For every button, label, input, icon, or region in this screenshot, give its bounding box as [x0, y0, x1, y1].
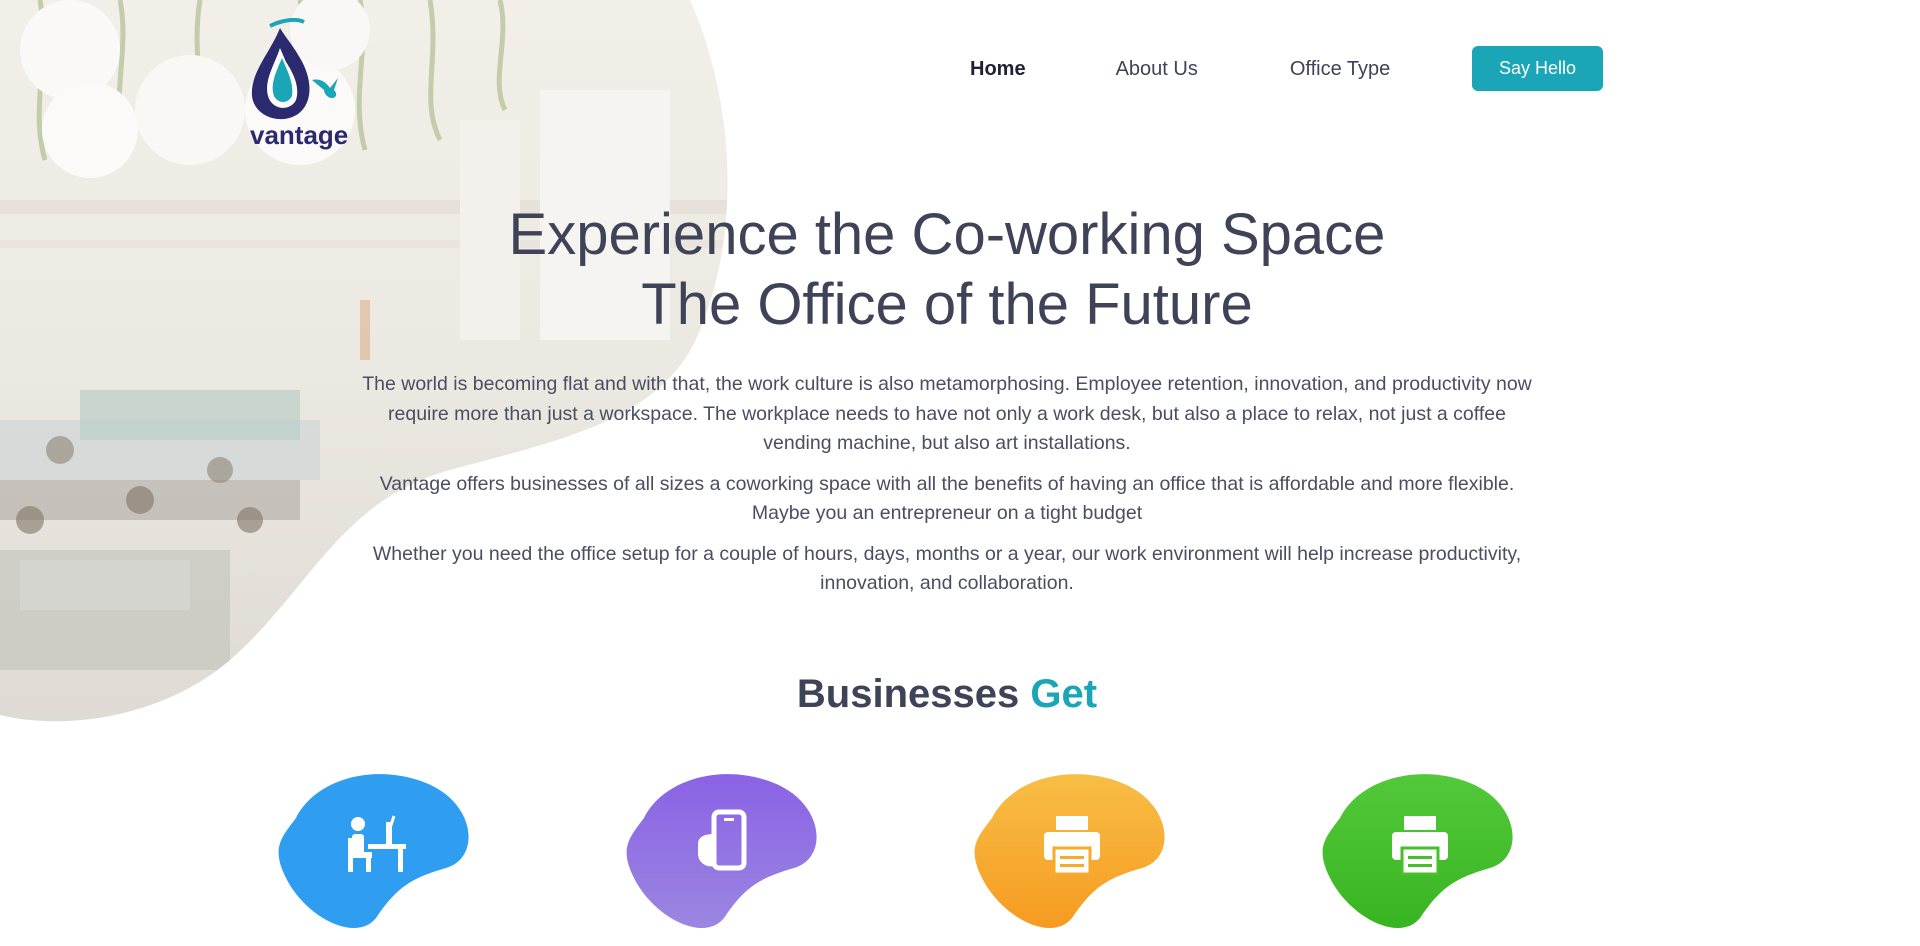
businesses-get-heading: Businesses Get [0, 672, 1894, 717]
mobile-phone-icon [698, 809, 747, 871]
hero-title-line-2: The Office of the Future [641, 272, 1253, 337]
nav-office-type-link[interactable]: Office Type [1290, 58, 1390, 81]
hero-background-image [0, 0, 728, 722]
hero-paragraph: Vantage offers businesses of all sizes a… [379, 472, 1515, 525]
nav-home-link[interactable]: Home [970, 58, 1026, 81]
feature-card-mobile[interactable] [624, 768, 824, 930]
feature-card-print-orange[interactable] [972, 768, 1172, 930]
feature-card-desk[interactable] [276, 768, 476, 930]
nav-about-us-link[interactable]: About Us [1116, 58, 1198, 81]
hero-paragraph: Whether you need the office setup for a … [372, 542, 1522, 595]
main-navigation: Home About Us Office Type [970, 58, 1390, 81]
printer-icon [1392, 816, 1448, 876]
feature-card-print-green[interactable] [1320, 768, 1520, 930]
hero-paragraph: The world is becoming flat and with that… [362, 373, 1532, 454]
printer-icon [1044, 816, 1100, 876]
desk-worker-icon [348, 815, 406, 872]
brand-logo[interactable]: vantage [240, 18, 360, 150]
logo-wordmark: vantage [250, 120, 349, 150]
hero-title: Experience the Co-working Space The Offi… [0, 200, 1894, 340]
vantage-drop-logo-icon [251, 18, 338, 120]
section-title-main: Businesses [796, 672, 1020, 716]
say-hello-button[interactable]: Say Hello [1472, 46, 1603, 91]
hero-description: The world is becoming flat and with that… [360, 370, 1534, 610]
hero-title-line-1: Experience the Co-working Space [508, 202, 1386, 267]
section-title-accent: Get [1030, 672, 1098, 716]
